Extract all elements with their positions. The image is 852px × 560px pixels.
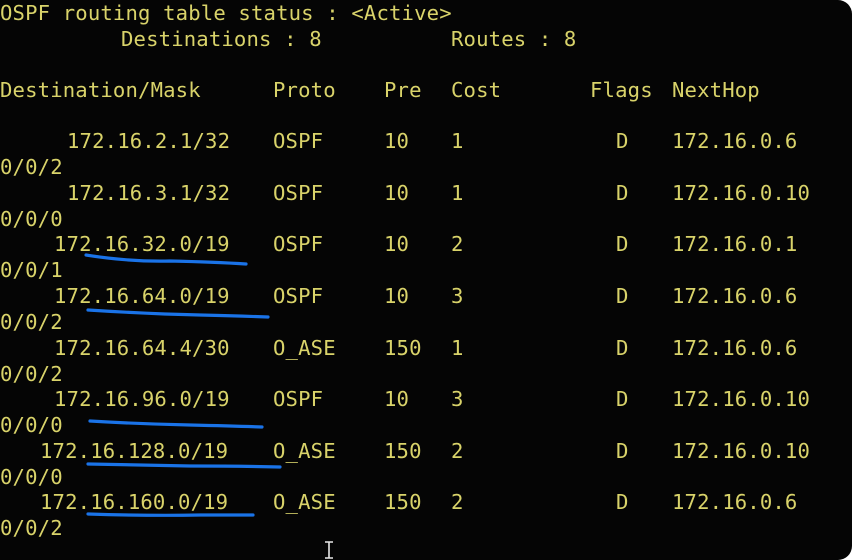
terminal-window[interactable]: OSPF routing table status : <Active> Des… [0, 0, 852, 560]
underline-mark [86, 512, 255, 517]
underline-mark [84, 253, 248, 266]
underline-annotations [84, 253, 282, 517]
underline-mark [86, 308, 270, 319]
underline-mark [86, 462, 282, 469]
text-cursor-icon [325, 541, 333, 559]
underline-mark [88, 419, 264, 429]
